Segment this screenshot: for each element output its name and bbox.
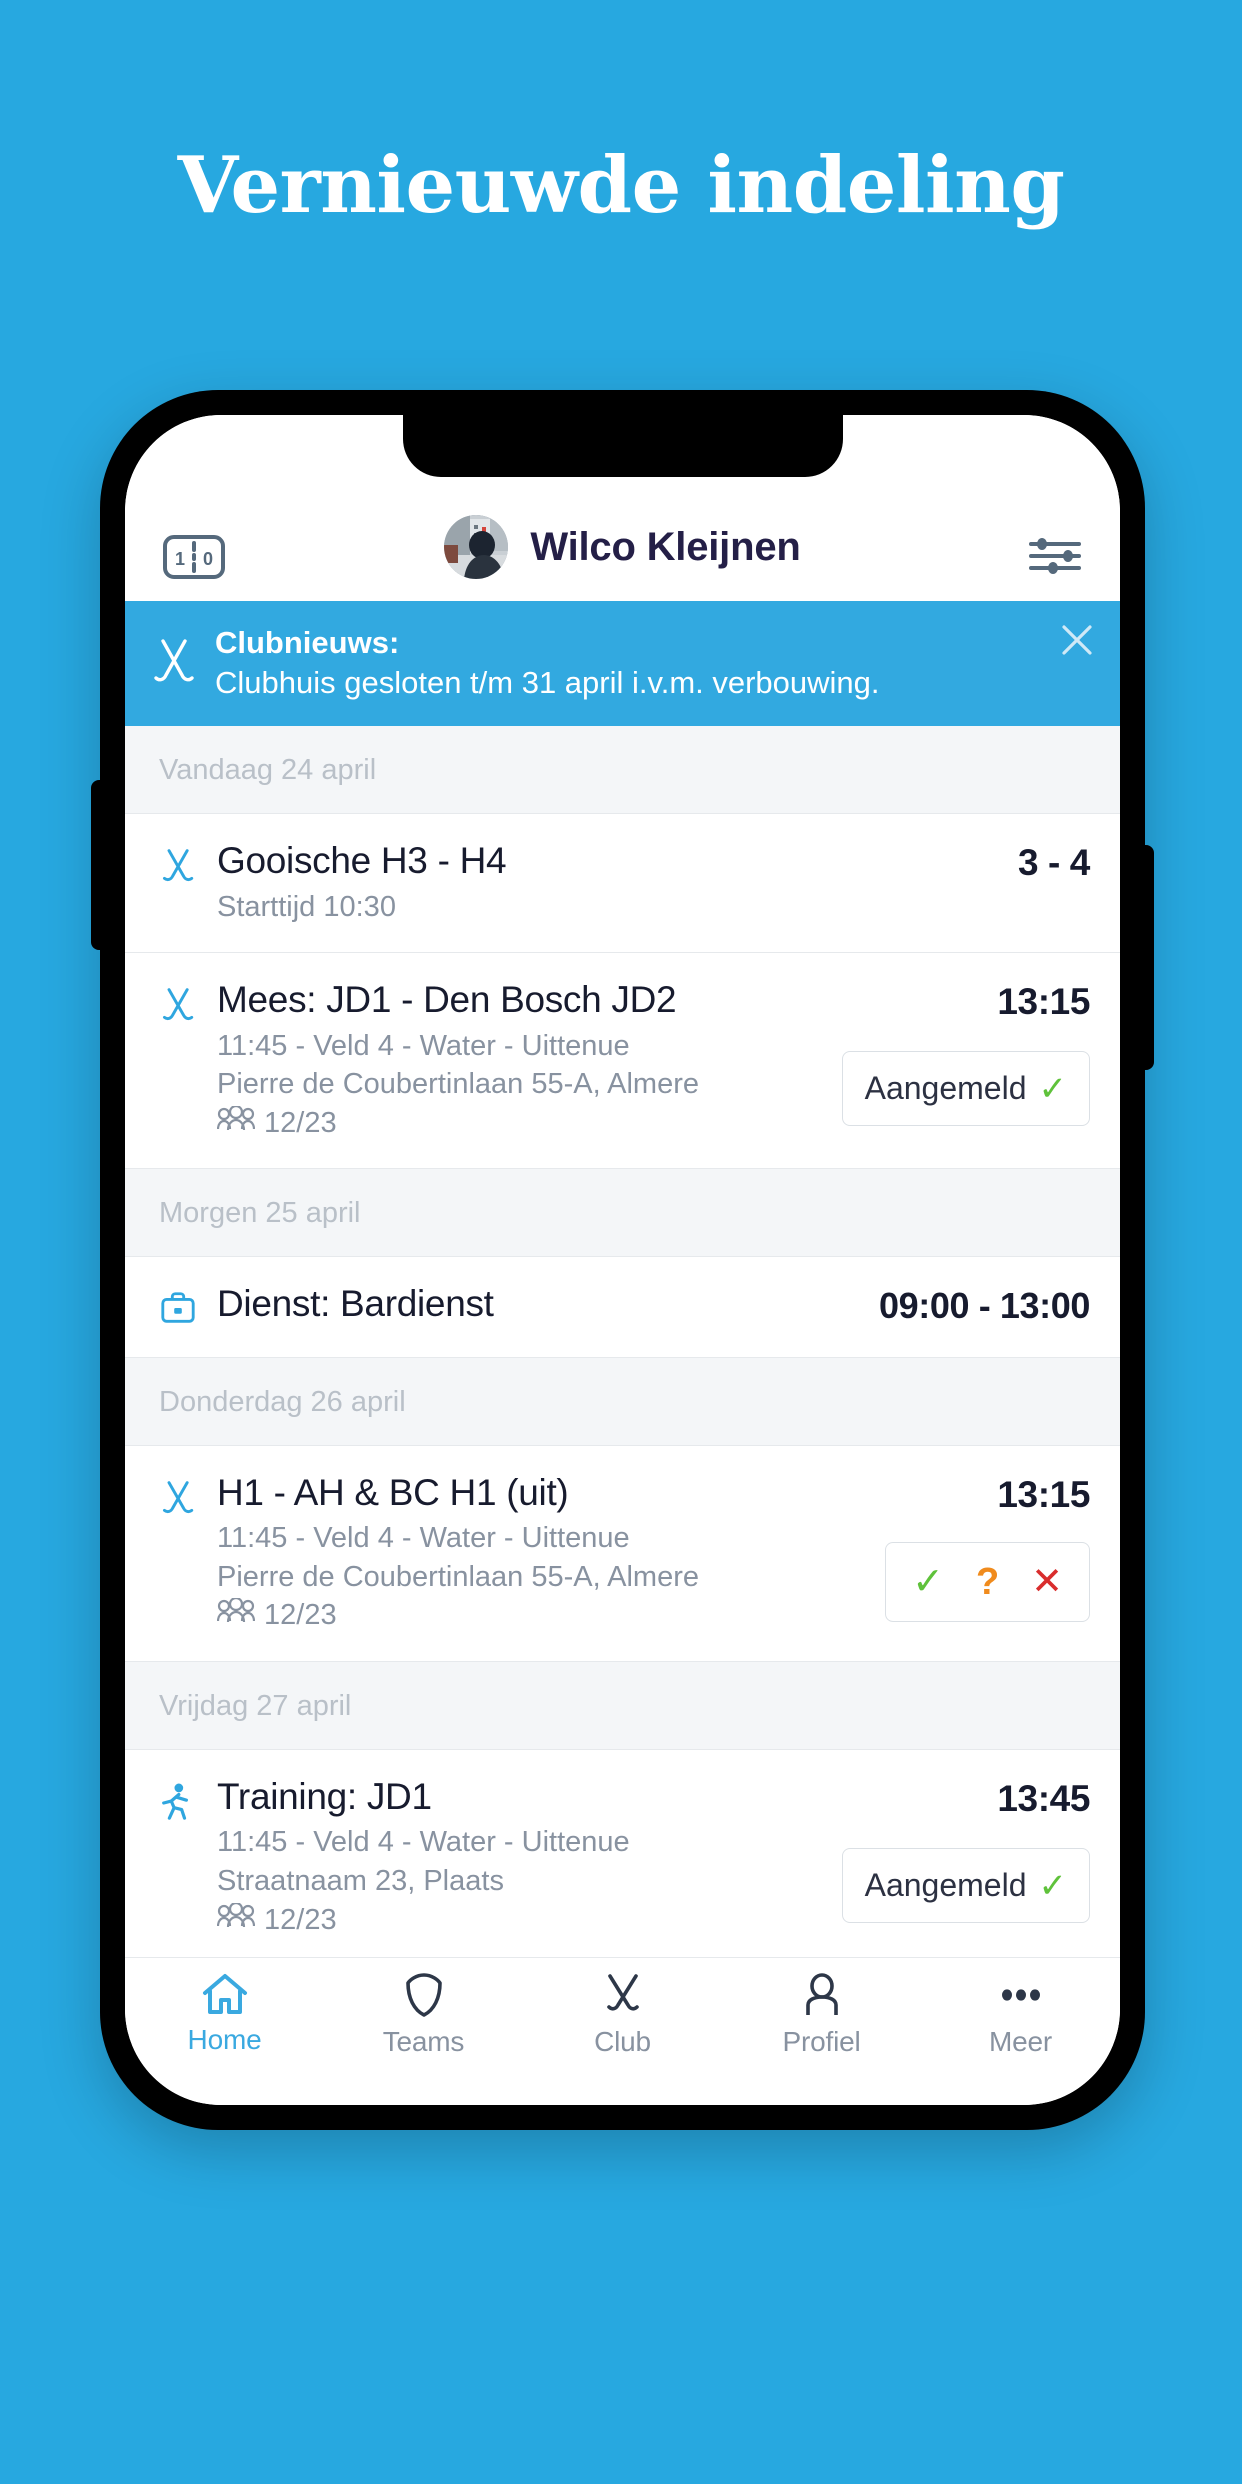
ellipsis-icon <box>999 1972 1043 2018</box>
agenda-row[interactable]: H1 - AH & BC H1 (uit) 11:45 - Veld 4 - W… <box>125 1445 1120 1663</box>
people-icon <box>216 1901 256 1940</box>
club-news-banner[interactable]: Clubnieuws: Clubhuis gesloten t/m 31 apr… <box>125 601 1120 727</box>
event-attendance: 12/23 <box>216 1901 842 1940</box>
event-attendance: 12/23 <box>216 1104 842 1143</box>
event-score: 3 - 4 <box>1017 842 1090 884</box>
agenda-scroll[interactable]: Clubnieuws: Clubhuis gesloten t/m 31 apr… <box>125 601 1120 1957</box>
sliders-icon[interactable] <box>1028 533 1082 579</box>
people-icon <box>216 1104 256 1143</box>
agenda-row-main: Training: JD1 11:45 - Veld 4 - Water - U… <box>216 1776 842 1940</box>
phone-notch <box>402 415 843 477</box>
rsvp-yes-button[interactable]: ✓ <box>896 1557 960 1607</box>
event-location: Pierre de Coubertinlaan 55-A, Almere <box>217 1068 699 1101</box>
aangemeld-button[interactable]: Aangemeld ✓ <box>841 1051 1090 1127</box>
home-icon <box>201 1972 249 2016</box>
tab-home-label: Home <box>187 2024 262 2055</box>
day-header: Morgen 25 april <box>125 1169 1120 1258</box>
banner-text: Clubnieuws: Clubhuis gesloten t/m 31 apr… <box>215 623 1096 702</box>
event-location: Pierre de Coubertinlaan 55-A, Almere <box>217 1560 699 1593</box>
person-icon <box>800 1972 844 2018</box>
event-title: Gooische H3 - H4 <box>217 840 507 882</box>
tab-profiel[interactable]: Profiel <box>722 1972 921 2058</box>
briefcase-icon <box>159 1283 217 1330</box>
crossed-hockey-sticks-icon <box>159 1472 217 1635</box>
agenda-row-right: 13:45 Aangemeld ✓ <box>841 1776 1090 1939</box>
agenda-row-main: H1 - AH & BC H1 (uit) 11:45 - Veld 4 - W… <box>216 1471 885 1635</box>
rsvp-maybe-button[interactable]: ? <box>960 1557 1015 1607</box>
svg-text:1: 1 <box>175 549 185 569</box>
day-header: Donderdag 26 april <box>125 1357 1120 1446</box>
event-attendance: 12/23 <box>216 1596 885 1635</box>
phone-mockup: 1 0 Wilco Kleijnen Clubnieuws: Clubhuis … <box>91 390 1154 2130</box>
running-person-icon <box>159 1776 217 1939</box>
attendance-count: 12/23 <box>264 1106 337 1139</box>
bottom-tab-bar: Home Teams Club Profiel Meer <box>125 1957 1120 2105</box>
banner-title: Clubnieuws: <box>215 625 400 660</box>
event-detail: 11:45 - Veld 4 - Water - Uittenue <box>217 1522 630 1555</box>
agenda-row[interactable]: Mees: JD1 - Den Bosch JD2 11:45 - Veld 4… <box>125 953 1120 1170</box>
svg-text:0: 0 <box>203 549 213 569</box>
header-left: 1 0 <box>163 535 283 579</box>
header-right <box>962 533 1082 579</box>
tab-meer-label: Meer <box>989 2026 1052 2057</box>
user-name: Wilco Kleijnen <box>530 524 801 569</box>
aangemeld-button[interactable]: Aangemeld ✓ <box>841 1848 1090 1924</box>
day-header: Vrijdag 27 april <box>125 1662 1120 1751</box>
rsvp-group[interactable]: ✓ ? ✕ <box>885 1541 1090 1622</box>
tab-profiel-label: Profiel <box>782 2026 861 2057</box>
event-title: Mees: JD1 - Den Bosch JD2 <box>217 979 677 1021</box>
power-button[interactable] <box>1142 845 1154 1070</box>
agenda-row[interactable]: Dienst: Bardienst 09:00 - 13:00 <box>125 1257 1120 1358</box>
crossed-hockey-sticks-icon <box>159 979 217 1142</box>
attendance-count: 12/23 <box>264 1599 337 1632</box>
rsvp-no-button[interactable]: ✕ <box>1015 1557 1079 1607</box>
tab-teams-label: Teams <box>382 2026 465 2057</box>
crossed-hockey-sticks-icon <box>601 1972 645 2018</box>
agenda-row-main: Mees: JD1 - Den Bosch JD2 11:45 - Veld 4… <box>216 979 842 1143</box>
event-detail: 11:45 - Veld 4 - Water - Uittenue <box>217 1029 630 1062</box>
event-title: H1 - AH & BC H1 (uit) <box>217 1471 569 1513</box>
banner-message: Clubhuis gesloten t/m 31 april i.v.m. ve… <box>215 664 880 700</box>
crossed-hockey-sticks-icon <box>151 637 197 689</box>
scoreboard-icon[interactable]: 1 0 <box>163 535 225 579</box>
agenda-row[interactable]: Training: JD1 11:45 - Veld 4 - Water - U… <box>125 1750 1120 1957</box>
event-detail: 11:45 - Veld 4 - Water - Uittenue <box>217 1826 630 1859</box>
agenda-row-right: 09:00 - 13:00 <box>879 1283 1090 1330</box>
tab-home[interactable]: Home <box>125 1972 324 2056</box>
tab-club-label: Club <box>594 2026 651 2057</box>
avatar[interactable] <box>444 515 509 579</box>
aangemeld-label: Aangemeld <box>864 1070 1027 1107</box>
agenda-row-right: 3 - 4 <box>920 840 1090 926</box>
close-icon[interactable] <box>1060 623 1094 657</box>
people-icon <box>216 1596 256 1635</box>
tab-club[interactable]: Club <box>523 1972 722 2058</box>
shield-icon <box>402 1972 446 2018</box>
event-time: 09:00 - 13:00 <box>879 1285 1090 1327</box>
event-title: Training: JD1 <box>217 1776 432 1818</box>
header-center: Wilco Kleijnen <box>283 515 962 579</box>
agenda-row[interactable]: Gooische H3 - H4 Starttijd 10:30 3 - 4 <box>125 814 1120 954</box>
agenda-row-main: Dienst: Bardienst <box>217 1283 879 1330</box>
event-location: Straatnaam 23, Plaats <box>217 1865 504 1898</box>
page-title: Vernieuwde indeling <box>177 140 1065 231</box>
volume-button[interactable] <box>91 780 103 950</box>
tab-meer[interactable]: Meer <box>921 1972 1120 2058</box>
event-title: Dienst: Bardienst <box>217 1283 494 1325</box>
agenda-row-right: 13:15 Aangemeld ✓ <box>841 979 1090 1142</box>
tab-teams[interactable]: Teams <box>324 1972 523 2058</box>
agenda-row-main: Gooische H3 - H4 Starttijd 10:30 <box>217 840 920 926</box>
event-time: 13:15 <box>997 1473 1090 1515</box>
check-icon: ✓ <box>1038 1069 1068 1108</box>
day-header: Vandaag 24 april <box>125 726 1120 815</box>
crossed-hockey-sticks-icon <box>159 840 217 926</box>
aangemeld-label: Aangemeld <box>864 1867 1027 1904</box>
event-detail: Starttijd 10:30 <box>217 890 396 923</box>
event-time: 13:15 <box>997 981 1090 1023</box>
check-icon: ✓ <box>1038 1866 1068 1905</box>
phone-screen: 1 0 Wilco Kleijnen Clubnieuws: Clubhuis … <box>125 415 1120 2105</box>
agenda-row-right: 13:15 ✓ ? ✕ <box>885 1472 1090 1635</box>
attendance-count: 12/23 <box>264 1903 337 1936</box>
event-time: 13:45 <box>997 1778 1090 1820</box>
